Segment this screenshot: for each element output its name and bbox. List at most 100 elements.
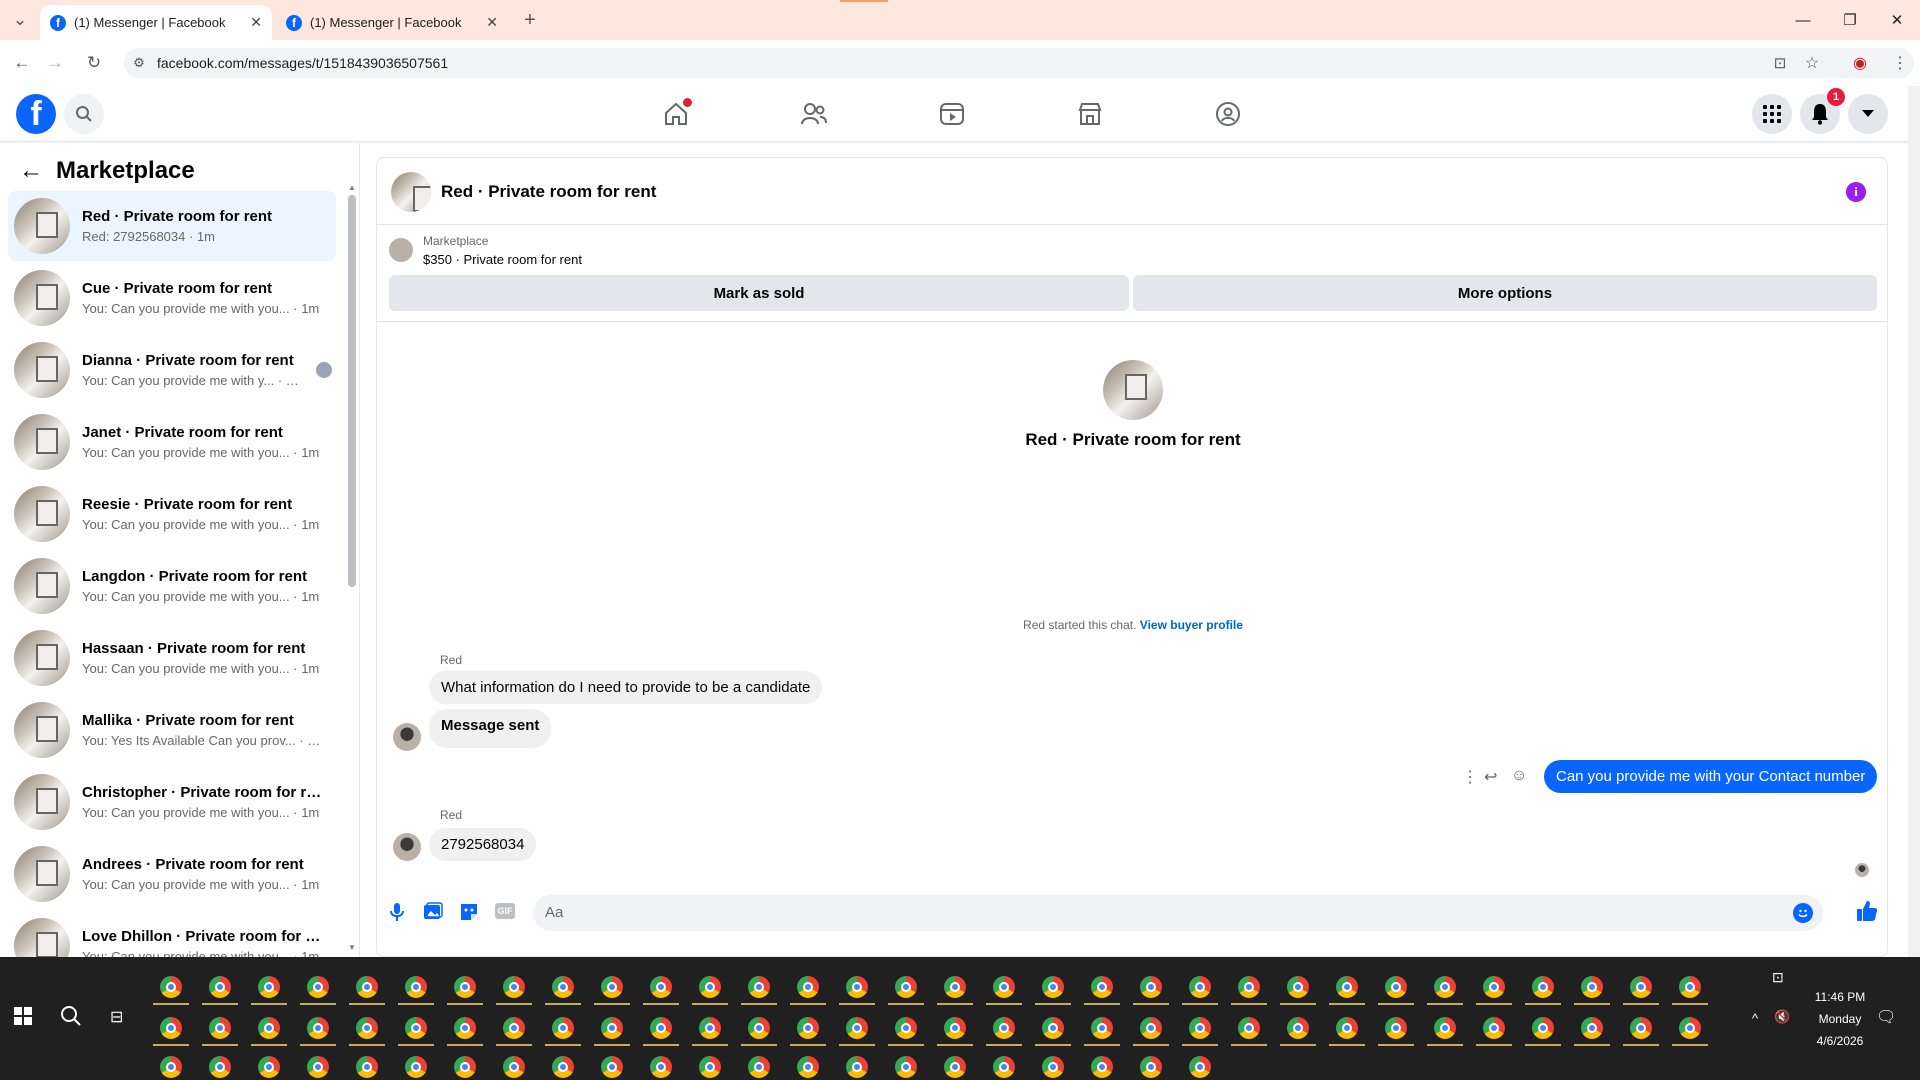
- taskbar-app-icon[interactable]: [944, 1017, 966, 1039]
- conversation-item[interactable]: Dianna · Private room for rent You: Can y…: [8, 335, 336, 405]
- taskbar-app-icon[interactable]: [1483, 976, 1505, 998]
- emoji-icon[interactable]: [1793, 903, 1813, 923]
- info-icon[interactable]: i: [1846, 182, 1866, 202]
- taskbar-app-icon[interactable]: [209, 976, 231, 998]
- taskbar-app-icon[interactable]: [895, 1017, 917, 1039]
- taskbar-app-icon[interactable]: [356, 1056, 378, 1078]
- taskbar-app-icon[interactable]: [356, 976, 378, 998]
- conversation-item[interactable]: Cue · Private room for rent You: Can you …: [8, 263, 336, 333]
- reload-icon[interactable]: ↻: [79, 40, 109, 86]
- taskbar-app-icon[interactable]: [1189, 1056, 1211, 1078]
- taskbar-app-icon[interactable]: [454, 976, 476, 998]
- taskbar-app-icon[interactable]: [846, 976, 868, 998]
- taskbar-app-icon[interactable]: [1483, 1017, 1505, 1039]
- taskbar-app-icon[interactable]: [552, 976, 574, 998]
- message-bubble[interactable]: Message sent: [429, 709, 552, 748]
- sender-avatar[interactable]: [393, 723, 421, 751]
- conversation-item[interactable]: Reesie · Private room for rent You: Can y…: [8, 479, 336, 549]
- tray-chevron-icon[interactable]: ^: [1752, 1011, 1758, 1026]
- taskbar-app-icon[interactable]: [1238, 1017, 1260, 1039]
- taskbar-app-icon[interactable]: [1042, 1056, 1064, 1078]
- scroll-down-icon[interactable]: ▼: [348, 943, 356, 952]
- scroll-up-icon[interactable]: ▲: [348, 183, 356, 192]
- taskbar-app-icon[interactable]: [1140, 1056, 1162, 1078]
- taskbar-app-icon[interactable]: [552, 1017, 574, 1039]
- close-window-icon[interactable]: ✕: [1874, 0, 1920, 40]
- taskbar-app-icon[interactable]: [1042, 1017, 1064, 1039]
- site-info-icon[interactable]: ⚙: [124, 48, 154, 78]
- taskbar-app-icon[interactable]: [1630, 1017, 1652, 1039]
- taskbar-app-icon[interactable]: [307, 976, 329, 998]
- browser-tab-2[interactable]: f (1) Messenger | Facebook ✕: [276, 5, 508, 40]
- taskbar-app-icon[interactable]: [209, 1056, 231, 1078]
- mark-as-sold-button[interactable]: Mark as sold: [389, 275, 1129, 311]
- page-scrollbar[interactable]: [1908, 86, 1920, 957]
- microphone-icon[interactable]: [389, 902, 405, 922]
- clock[interactable]: 11:46 PM Monday 4/6/2026: [1800, 990, 1880, 1048]
- chat-title[interactable]: Red · Private room for rent: [441, 182, 656, 202]
- taskbar-app-icon[interactable]: [1091, 1056, 1113, 1078]
- taskbar-app-icon[interactable]: [748, 1056, 770, 1078]
- taskbar-app-icon[interactable]: [846, 1017, 868, 1039]
- taskbar-app-icon[interactable]: [1287, 976, 1309, 998]
- taskbar-app-icon[interactable]: [797, 976, 819, 998]
- taskbar-app-icon[interactable]: [356, 1017, 378, 1039]
- close-tab-icon[interactable]: ✕: [486, 14, 498, 31]
- url-text[interactable]: facebook.com/messages/t/1518439036507561: [157, 55, 448, 71]
- menu-grid-icon[interactable]: [1752, 94, 1792, 134]
- taskbar-app-icon[interactable]: [601, 1017, 623, 1039]
- groups-icon[interactable]: [1212, 98, 1244, 130]
- chat-header-avatar[interactable]: [391, 172, 431, 212]
- tab-list-chevron-icon[interactable]: ⌄: [5, 0, 35, 40]
- gif-icon[interactable]: GIF: [495, 903, 515, 919]
- message-bubble[interactable]: 2792568034: [429, 828, 537, 861]
- taskbar-app-icon[interactable]: [405, 976, 427, 998]
- buyer-avatar[interactable]: [1103, 360, 1163, 420]
- sticker-icon[interactable]: [459, 902, 479, 922]
- message-bubble-sent[interactable]: Can you provide me with your Contact num…: [1544, 760, 1878, 793]
- back-icon[interactable]: ←: [7, 40, 37, 86]
- reply-icon[interactable]: ↩: [1484, 767, 1497, 787]
- taskbar-app-icon[interactable]: [699, 1056, 721, 1078]
- taskbar-app-icon[interactable]: [1238, 976, 1260, 998]
- taskbar-app-icon[interactable]: [503, 1017, 525, 1039]
- bookmark-star-icon[interactable]: ☆: [1797, 48, 1827, 78]
- taskbar-app-icon[interactable]: [699, 976, 721, 998]
- taskbar-app-icon[interactable]: [895, 1056, 917, 1078]
- conversation-item[interactable]: Red · Private room for rent Red: 27925680…: [8, 191, 336, 261]
- taskbar-app-icon[interactable]: [748, 1017, 770, 1039]
- taskbar-app-icon[interactable]: [1679, 1017, 1701, 1039]
- taskbar-app-icon[interactable]: [405, 1056, 427, 1078]
- taskbar-app-icon[interactable]: [209, 1017, 231, 1039]
- thumbs-up-icon[interactable]: [1856, 900, 1878, 922]
- taskbar-app-icon[interactable]: [1140, 1017, 1162, 1039]
- taskbar-app-icon[interactable]: [1287, 1017, 1309, 1039]
- taskbar-app-icon[interactable]: [258, 1017, 280, 1039]
- taskbar-app-icon[interactable]: [846, 1056, 868, 1078]
- windows-start-icon[interactable]: [14, 1007, 32, 1025]
- taskbar-app-icon[interactable]: [503, 976, 525, 998]
- home-icon[interactable]: [660, 98, 692, 130]
- browser-tab-1[interactable]: f (1) Messenger | Facebook ✕: [40, 5, 272, 40]
- taskbar-app-icon[interactable]: [160, 1056, 182, 1078]
- sidebar-scrollbar[interactable]: [348, 195, 356, 587]
- photo-icon[interactable]: [423, 902, 443, 922]
- taskbar-search-icon[interactable]: [60, 1005, 82, 1027]
- taskbar-app-icon[interactable]: [552, 1056, 574, 1078]
- conversation-item[interactable]: Mallika · Private room for rent You: Yes …: [8, 695, 336, 765]
- taskbar-app-icon[interactable]: [1091, 1017, 1113, 1039]
- profile-icon[interactable]: ◉: [1845, 48, 1875, 78]
- taskbar-app-icon[interactable]: [1091, 976, 1113, 998]
- taskbar-app-icon[interactable]: [601, 976, 623, 998]
- taskbar-app-icon[interactable]: [601, 1056, 623, 1078]
- taskbar-app-icon[interactable]: [1189, 1017, 1211, 1039]
- action-center-icon[interactable]: ⊡: [1772, 969, 1784, 986]
- taskbar-app-icon[interactable]: [895, 976, 917, 998]
- taskbar-app-icon[interactable]: [944, 1056, 966, 1078]
- close-tab-icon[interactable]: ✕: [250, 14, 262, 31]
- taskbar-app-icon[interactable]: [503, 1056, 525, 1078]
- taskbar-app-icon[interactable]: [307, 1056, 329, 1078]
- taskbar-app-icon[interactable]: [1434, 1017, 1456, 1039]
- react-emoji-icon[interactable]: ☺: [1511, 767, 1527, 785]
- taskbar-app-icon[interactable]: [1042, 976, 1064, 998]
